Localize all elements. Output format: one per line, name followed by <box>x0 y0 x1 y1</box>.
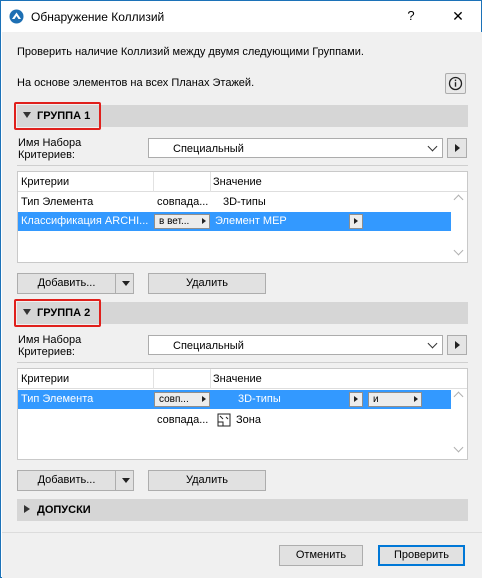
close-button[interactable]: ✕ <box>441 5 475 27</box>
table-row-selected[interactable]: Тип Элемента совп... 3D-типы и <box>18 390 451 409</box>
scroll-up-icon[interactable] <box>453 391 464 402</box>
app-icon <box>9 9 24 24</box>
window-title: Обнаружение Коллизий <box>31 10 165 24</box>
chevron-down-icon <box>427 141 438 152</box>
split-divider <box>115 274 116 293</box>
zone-icon <box>217 413 231 427</box>
arrow-right-icon <box>202 396 206 402</box>
info-button[interactable] <box>445 73 466 94</box>
tolerances-header[interactable]: ДОПУСКИ <box>17 499 468 521</box>
column-separator <box>153 369 154 389</box>
scroll-up-icon[interactable] <box>453 194 464 205</box>
logic-operator-dropdown[interactable]: и <box>368 392 422 407</box>
row-value: Элемент MEP <box>215 215 287 227</box>
info-icon <box>448 76 463 91</box>
group1-criteria-set-label-2: Критериев: <box>18 149 75 161</box>
arrow-right-icon <box>202 218 206 224</box>
group1-criteria-table: Критерии Значение Тип Элемента совпада..… <box>17 171 468 263</box>
tolerances-title: ДОПУСКИ <box>37 504 91 516</box>
description-line-2: На основе элементов на всех Планах Этаже… <box>17 77 255 89</box>
table-row[interactable]: Тип Элемента совпада... 3D-типы <box>18 193 451 212</box>
table-row[interactable]: совпада... Зона <box>18 409 451 431</box>
group1-delete-button[interactable]: Удалить <box>148 273 266 294</box>
row-operator: совпада... <box>157 196 209 208</box>
group2-criteria-set-menu-button[interactable] <box>447 335 467 355</box>
row-operator: совпада... <box>157 414 209 426</box>
check-button[interactable]: Проверить <box>378 545 465 566</box>
table-header: Критерии Значение <box>18 369 467 389</box>
operator-dropdown[interactable]: совп... <box>154 392 210 407</box>
value-menu-button[interactable] <box>349 214 363 229</box>
expand-triangle-icon <box>24 505 30 513</box>
help-button[interactable]: ? <box>397 5 425 27</box>
column-value: Значение <box>213 373 262 385</box>
add-button-label: Добавить... <box>37 474 96 486</box>
highlight-box-group2 <box>14 299 101 327</box>
operator-label: в вет... <box>159 216 190 227</box>
logic-operator-label: и <box>373 394 379 405</box>
group1-criteria-set-select[interactable]: Специальный <box>148 138 443 158</box>
add-button-label: Добавить... <box>37 277 96 289</box>
chevron-down-icon <box>427 338 438 349</box>
group1-criteria-set-value: Специальный <box>173 143 244 155</box>
cancel-button[interactable]: Отменить <box>279 545 363 566</box>
operator-label: совп... <box>159 394 189 405</box>
group1-add-button[interactable]: Добавить... <box>17 273 134 294</box>
group2-delete-button[interactable]: Удалить <box>148 470 266 491</box>
footer-divider <box>2 532 482 533</box>
group2-criteria-set-select[interactable]: Специальный <box>148 335 443 355</box>
row-criterion: Тип Элемента <box>21 196 94 208</box>
operator-dropdown[interactable]: в вет... <box>154 214 210 229</box>
title-bar: Обнаружение Коллизий ? ✕ <box>1 1 481 32</box>
group2-criteria-table: Критерии Значение Тип Элемента совп... 3… <box>17 368 468 460</box>
column-criteria: Критерии <box>21 373 70 385</box>
column-value: Значение <box>213 176 262 188</box>
table-header: Критерии Значение <box>18 172 467 192</box>
split-divider <box>115 471 116 490</box>
column-separator <box>210 369 211 389</box>
column-criteria: Критерии <box>21 176 70 188</box>
scroll-down-icon[interactable] <box>453 442 464 453</box>
group2-add-button[interactable]: Добавить... <box>17 470 134 491</box>
group2-criteria-set-value: Специальный <box>173 340 244 352</box>
row-value: 3D-типы <box>238 393 281 405</box>
scroll-down-icon[interactable] <box>453 245 464 256</box>
divider <box>17 165 468 166</box>
divider <box>17 362 468 363</box>
group1-criteria-set-menu-button[interactable] <box>447 138 467 158</box>
dropdown-arrow-icon[interactable] <box>122 281 130 286</box>
collision-detection-dialog: Обнаружение Коллизий ? ✕ Проверить налич… <box>0 0 482 578</box>
arrow-right-icon <box>414 396 418 402</box>
highlight-box-group1 <box>14 102 101 130</box>
row-criterion: Классификация ARCHI... <box>21 215 149 227</box>
row-value: Зона <box>236 414 261 426</box>
group2-criteria-set-label-2: Критериев: <box>18 346 75 358</box>
description-line-1: Проверить наличие Коллизий между двумя с… <box>17 46 364 58</box>
dropdown-arrow-icon[interactable] <box>122 478 130 483</box>
value-menu-button[interactable] <box>349 392 363 407</box>
row-value: 3D-типы <box>223 196 266 208</box>
group2-criteria-set-label-1: Имя Набора <box>18 334 82 346</box>
column-separator <box>153 172 154 192</box>
row-criterion: Тип Элемента <box>21 393 94 405</box>
dialog-content: Проверить наличие Коллизий между двумя с… <box>2 32 482 578</box>
group1-criteria-set-label-1: Имя Набора <box>18 137 82 149</box>
table-row-selected[interactable]: Классификация ARCHI... в вет... Элемент … <box>18 212 451 231</box>
column-separator <box>210 172 211 192</box>
